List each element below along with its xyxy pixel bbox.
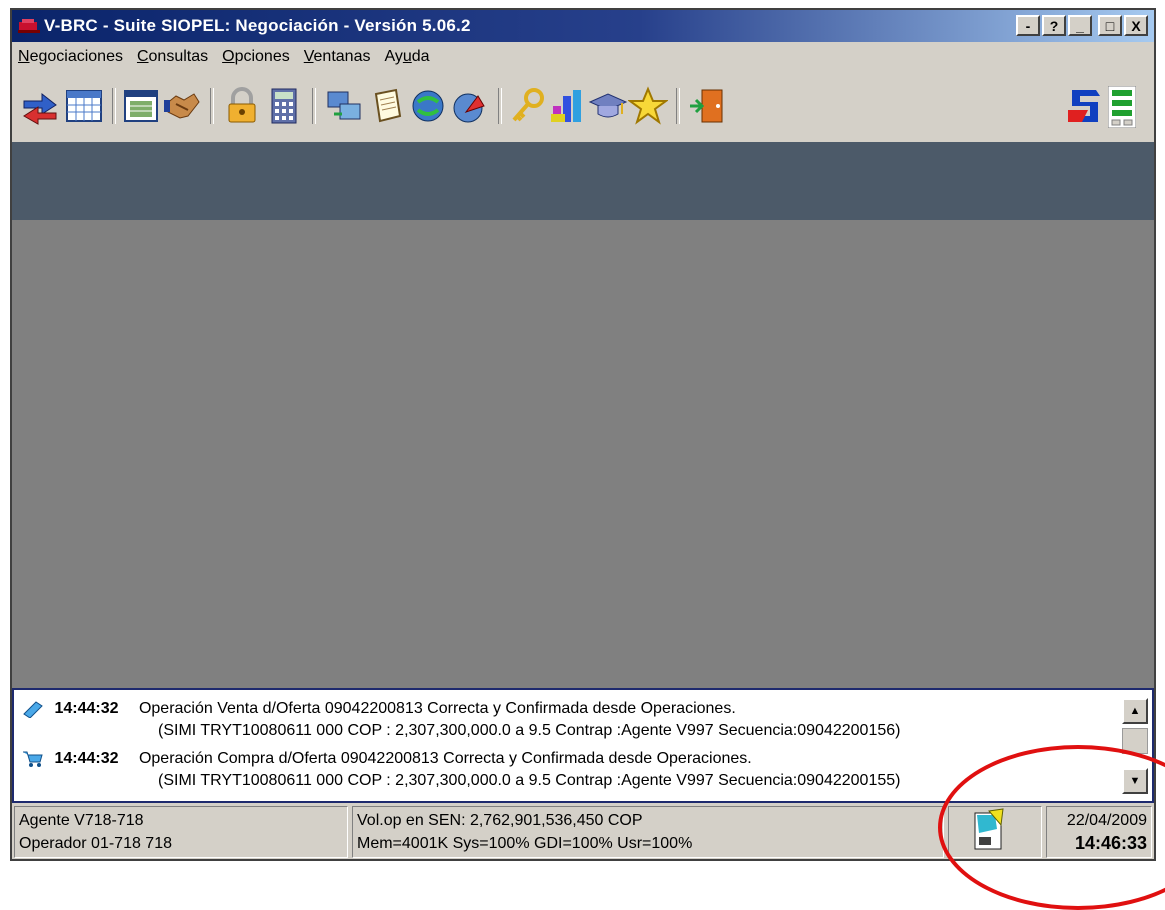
message-text: Operación Compra d/Oferta 09042200813 Co… [138, 750, 752, 768]
menu-accelerator: u [402, 48, 412, 65]
padlock-icon[interactable] [222, 86, 262, 126]
scroll-up-button[interactable]: ▲ [1122, 698, 1148, 724]
menu-accelerator: O [222, 48, 235, 65]
context-help-button[interactable]: - [1016, 15, 1040, 36]
menu-accelerator: N [18, 48, 30, 65]
bar-chart-icon[interactable] [548, 86, 588, 126]
message-time: 14:44:32 [54, 750, 119, 768]
message-detail: (SIMI TRYT10080611 000 COP : 2,307,300,0… [158, 722, 901, 739]
volume-label: Vol.op en SEN: 2,762,901,536,450 COP [357, 812, 643, 829]
system-panel: Vol.op en SEN: 2,762,901,536,450 COP Mem… [352, 806, 944, 858]
document-icon[interactable] [366, 86, 406, 126]
menu-negociaciones[interactable]: Negociaciones [16, 48, 125, 70]
menu-label: Ay [384, 48, 403, 65]
window-title: V-BRC - Suite SIOPEL: Negociación - Vers… [44, 16, 471, 35]
main-window: V-BRC - Suite SIOPEL: Negociación - Vers… [10, 8, 1156, 861]
handshake-icon[interactable] [162, 86, 202, 126]
message-time: 14:44:32 [54, 700, 119, 718]
menu-opciones[interactable]: Opciones [220, 48, 292, 70]
pencil-sell-icon [22, 700, 44, 719]
upload-globe-icon[interactable] [450, 86, 490, 126]
memory-label: Mem=4001K Sys=100% GDI=100% Usr=100% [357, 835, 693, 852]
menu-label: pciones [234, 48, 290, 65]
menu-label: egociaciones [29, 48, 123, 65]
monitor-transfer-icon[interactable] [324, 86, 364, 126]
question-button[interactable]: ? [1042, 15, 1066, 36]
operator-label: Operador 01-718 718 [19, 835, 172, 852]
key-icon[interactable] [508, 86, 548, 126]
menu-label: onsultas [148, 48, 209, 65]
minimize-button[interactable]: _ [1068, 15, 1092, 36]
calculator-icon[interactable] [264, 86, 304, 126]
siopel-logo-icon[interactable] [1064, 86, 1104, 126]
menu-ventanas[interactable]: Ventanas [302, 48, 373, 70]
menu-consultas[interactable]: Consultas [135, 48, 210, 70]
star-icon[interactable] [626, 86, 670, 126]
graduation-cap-icon[interactable] [588, 86, 628, 126]
exit-door-icon[interactable] [688, 86, 728, 126]
window-list-icon[interactable] [122, 86, 162, 126]
message-entry[interactable]: 14:44:32 Operación Venta d/Oferta 090422… [22, 700, 900, 739]
app-icon[interactable] [18, 16, 40, 36]
menu-bar: Negociaciones Consultas Opciones Ventana… [16, 48, 432, 70]
user-panel: Agente V718-718 Operador 01-718 718 [14, 806, 348, 858]
toolbar [12, 76, 1154, 136]
message-text: Operación Venta d/Oferta 09042200813 Cor… [138, 700, 736, 718]
dark-toolbar-band [12, 142, 1154, 220]
status-lights-icon[interactable] [1107, 85, 1137, 129]
menu-accelerator: C [136, 48, 149, 65]
menu-accelerator: V [303, 48, 314, 65]
calendar-grid-icon[interactable] [64, 86, 104, 126]
menu-label: entanas [313, 48, 371, 65]
agent-label: Agente V718-718 [19, 812, 144, 829]
message-detail: (SIMI TRYT10080611 000 COP : 2,307,300,0… [158, 772, 901, 789]
maximize-button[interactable]: □ [1098, 15, 1122, 36]
message-entry[interactable]: 14:44:32 Operación Compra d/Oferta 09042… [22, 750, 900, 789]
close-button[interactable]: X [1124, 15, 1148, 36]
transfer-arrows-icon[interactable] [20, 86, 60, 126]
refresh-globe-icon[interactable] [408, 86, 448, 126]
title-bar[interactable]: V-BRC - Suite SIOPEL: Negociación - Vers… [12, 10, 1154, 42]
window-controls: - ? _ □ X [1016, 15, 1148, 36]
menu-label: da [411, 48, 430, 65]
mdi-workspace[interactable] [12, 220, 1154, 698]
menu-ayuda[interactable]: Ayuda [382, 48, 431, 70]
cart-buy-icon [22, 750, 44, 768]
